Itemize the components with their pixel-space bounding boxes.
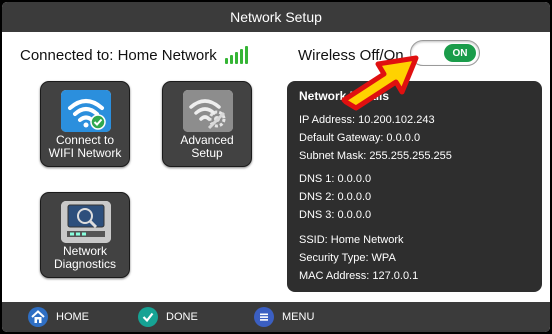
mac-address: MAC Address: 127.0.0.1 <box>299 270 419 282</box>
wifi-gear-icon <box>183 90 233 132</box>
wifi-check-icon <box>61 90 111 132</box>
menu-button[interactable]: MENU <box>254 307 314 327</box>
connection-label: Connected to: Home Network <box>20 47 217 64</box>
done-label: DONE <box>166 311 198 323</box>
annotation-arrow-icon <box>341 55 419 111</box>
network-setup-screen: Network Setup Connected to: Home Network… <box>2 2 550 332</box>
ssid: SSID: Home Network <box>299 234 404 246</box>
security-type: Security Type: WPA <box>299 252 396 264</box>
page-title: Network Setup <box>230 9 322 25</box>
dns-1: DNS 1: 0.0.0.0 <box>299 173 372 185</box>
subnet-mask: Subnet Mask: 255.255.255.255 <box>299 150 452 162</box>
bottom-nav-bar: HOME DONE MENU <box>2 302 550 332</box>
network-diagnostics-button[interactable]: Network Diagnostics <box>40 192 130 278</box>
network-diagnostics-icon <box>61 201 111 243</box>
tile-label: Connect to WIFI Network <box>48 133 122 160</box>
dns-2: DNS 2: 0.0.0.0 <box>299 191 372 203</box>
tile-label: Advanced Setup <box>180 133 234 160</box>
dns-3: DNS 3: 0.0.0.0 <box>299 209 372 221</box>
home-button[interactable]: HOME <box>28 307 89 327</box>
menu-label: MENU <box>282 311 315 323</box>
connect-wifi-button[interactable]: Connect to WIFI Network <box>40 81 130 167</box>
tile-label: Network Diagnostics <box>53 244 117 271</box>
toggle-on-indicator: ON <box>444 44 476 62</box>
connection-status: Connected to: Home Network <box>20 46 248 64</box>
home-label: HOME <box>56 311 89 323</box>
signal-strength-icon <box>224 46 248 64</box>
title-bar: Network Setup <box>2 2 550 32</box>
home-icon <box>28 307 48 327</box>
advanced-setup-button[interactable]: Advanced Setup <box>162 81 252 167</box>
menu-icon <box>254 307 274 327</box>
default-gateway: Default Gateway: 0.0.0.0 <box>299 132 421 144</box>
check-icon <box>138 307 158 327</box>
done-button[interactable]: DONE <box>138 307 198 327</box>
